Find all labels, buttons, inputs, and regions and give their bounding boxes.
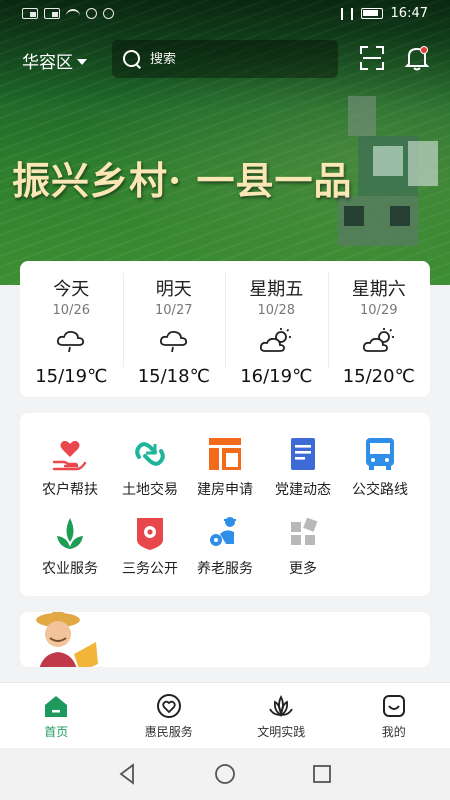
search-input[interactable] <box>150 51 320 67</box>
status-bar: 16:47 <box>0 0 450 32</box>
weather-day-temp: 16/19℃ <box>240 366 313 387</box>
promo-card[interactable] <box>20 612 430 667</box>
weather-day-temp: 15/20℃ <box>342 366 415 387</box>
tab-home[interactable]: 首页 <box>0 683 113 748</box>
weather-card[interactable]: 今天 10/26 15/19℃ 明天 10/27 15/18℃ 星期五 10/2… <box>20 261 430 397</box>
search-box[interactable] <box>112 40 338 78</box>
cloud-rain-icon <box>57 330 85 353</box>
profile-smile-icon <box>382 695 405 717</box>
partly-sunny-icon <box>260 328 292 352</box>
weather-day: 今天 10/26 15/19℃ <box>20 261 123 397</box>
status-icons-right: 16:47 <box>340 6 428 21</box>
sprout-icon <box>57 518 83 549</box>
elderly-icon <box>210 517 236 546</box>
banner-slogan: 振兴乡村· 一县一品 <box>12 158 353 203</box>
lotus-icon <box>269 694 294 717</box>
region-selector[interactable]: 华容区 <box>22 48 87 73</box>
service-public-affairs[interactable]: 三务公开 <box>109 514 191 578</box>
battery-icon <box>360 8 383 19</box>
tab-civilization-practice[interactable]: 文明实践 <box>225 683 338 748</box>
heart-hand-icon <box>52 440 87 471</box>
farmer-illustration <box>36 612 98 667</box>
service-farmer-aid[interactable]: 农户帮扶 <box>29 435 111 499</box>
sim-icon <box>22 8 38 19</box>
service-label: 建房申请 <box>197 482 253 498</box>
service-label: 公交路线 <box>352 482 408 498</box>
weather-day-temp: 15/19℃ <box>35 366 108 387</box>
more-grid-icon <box>291 517 318 545</box>
weather-day-date: 10/26 <box>52 303 90 318</box>
badge-icon <box>137 518 163 550</box>
status-time: 16:47 <box>390 6 428 21</box>
service-label: 三务公开 <box>122 561 178 577</box>
service-more[interactable]: 更多 <box>262 514 344 578</box>
wifi-icon <box>66 8 80 19</box>
weather-day-name: 星期六 <box>351 279 406 300</box>
weather-day: 星期五 10/28 16/19℃ <box>225 261 328 397</box>
weather-day-name: 今天 <box>53 279 90 300</box>
back-icon[interactable] <box>115 761 141 787</box>
home-circle-icon[interactable] <box>212 761 238 787</box>
service-bus-routes[interactable]: 公交路线 <box>339 435 421 499</box>
tab-profile[interactable]: 我的 <box>338 683 450 748</box>
service-label: 农户帮扶 <box>42 482 98 498</box>
services-grid: 农户帮扶 土地交易 建房申请 党建动态 公交路线 农业服务 三务公开 养老服务 … <box>20 413 430 596</box>
exchange-icon <box>135 442 165 466</box>
service-land-trade[interactable]: 土地交易 <box>109 435 191 499</box>
service-label: 土地交易 <box>122 482 178 498</box>
service-elderly-care[interactable]: 养老服务 <box>184 514 266 578</box>
service-label: 更多 <box>289 561 317 577</box>
weather-day-date: 10/28 <box>257 303 295 318</box>
scan-icon[interactable] <box>360 46 384 70</box>
weather-day-name: 星期五 <box>249 279 304 300</box>
tab-public-services[interactable]: 惠民服务 <box>113 683 226 748</box>
weather-day: 明天 10/27 15/18℃ <box>122 261 226 397</box>
document-icon <box>291 438 315 470</box>
service-label: 党建动态 <box>275 482 331 498</box>
alarm-icon <box>86 8 97 19</box>
caret-down-icon <box>77 58 87 65</box>
tab-label: 我的 <box>381 725 406 739</box>
service-party-news[interactable]: 党建动态 <box>262 435 344 499</box>
smile-heart-icon <box>156 694 181 718</box>
signal-icon <box>44 8 60 19</box>
home-icon <box>45 696 68 717</box>
weather-day-name: 明天 <box>155 279 192 300</box>
bus-icon <box>366 438 394 470</box>
region-label: 华容区 <box>22 53 73 73</box>
weather-day-date: 10/29 <box>360 303 398 318</box>
bottom-tab-bar: 首页 惠民服务 文明实践 我的 <box>0 682 450 748</box>
search-icon <box>122 49 142 69</box>
service-housing-application[interactable]: 建房申请 <box>184 435 266 499</box>
tab-label: 文明实践 <box>257 725 306 739</box>
service-label: 农业服务 <box>42 561 98 577</box>
notification-bell-icon[interactable] <box>404 44 430 72</box>
top-header: 华容区 <box>0 38 450 82</box>
weather-day-temp: 15/18℃ <box>137 366 210 387</box>
service-label: 养老服务 <box>197 561 253 577</box>
weather-day-date: 10/27 <box>155 303 193 318</box>
cloud-rain-icon <box>159 330 187 353</box>
partly-sunny-icon <box>362 328 394 352</box>
location-icon <box>103 8 114 19</box>
system-navigation-bar <box>0 748 450 800</box>
notification-dot <box>420 46 428 54</box>
tab-label: 惠民服务 <box>144 725 193 739</box>
tab-label: 首页 <box>44 725 69 739</box>
recents-icon[interactable] <box>309 761 335 787</box>
status-icons-left <box>22 8 114 19</box>
service-agriculture[interactable]: 农业服务 <box>29 514 111 578</box>
building-plan-icon <box>209 438 241 470</box>
vibrate-icon <box>340 7 353 20</box>
weather-day: 星期六 10/29 15/20℃ <box>327 261 431 397</box>
